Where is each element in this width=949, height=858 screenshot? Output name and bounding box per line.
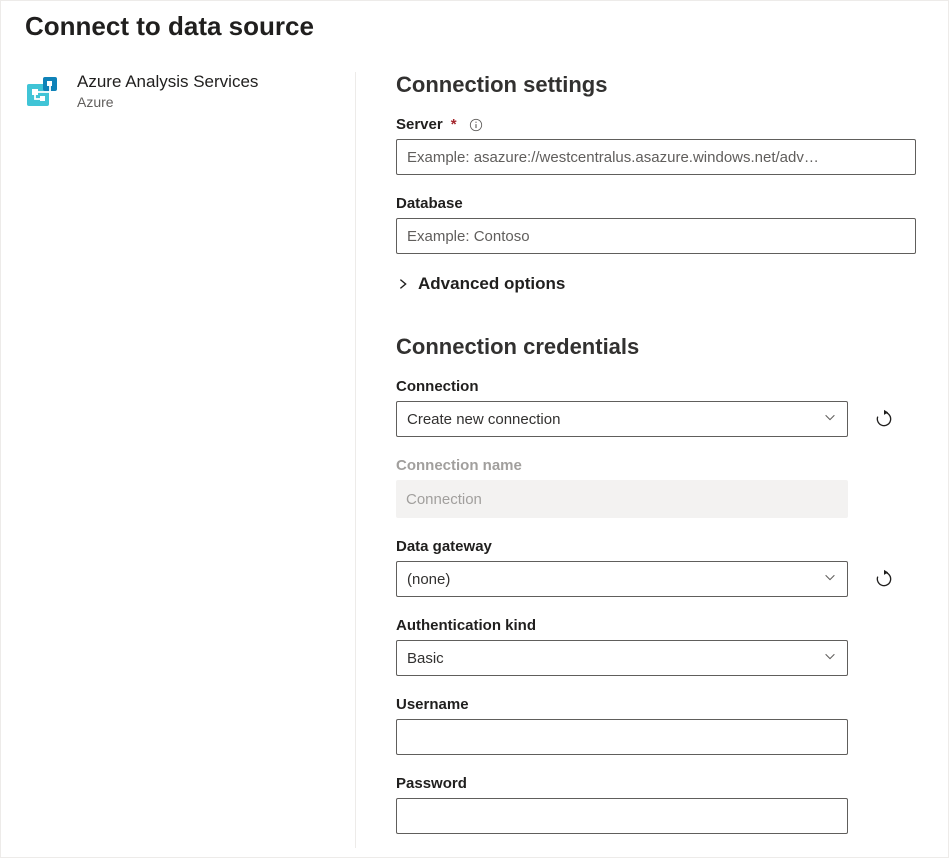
page-title: Connect to data source [1,1,948,50]
connector-title: Azure Analysis Services [77,72,258,92]
server-input[interactable] [396,139,916,175]
connector-row: Azure Analysis Services Azure [25,72,335,110]
server-label-text: Server [396,116,443,133]
refresh-connection-button[interactable] [866,401,902,437]
password-input[interactable] [396,798,848,834]
chevron-down-icon [823,649,837,667]
connection-select[interactable]: Create new connection [396,401,848,437]
connection-name-input [396,480,848,518]
connector-category: Azure [77,94,258,110]
chevron-down-icon [823,570,837,588]
password-label: Password [396,775,916,792]
info-icon[interactable] [469,118,483,132]
connector-panel: Azure Analysis Services Azure [25,72,355,848]
advanced-options-toggle[interactable]: Advanced options [396,274,916,294]
gateway-label: Data gateway [396,538,916,555]
username-input[interactable] [396,719,848,755]
username-label: Username [396,696,916,713]
database-label: Database [396,195,916,212]
database-input[interactable] [396,218,916,254]
server-label: Server * [396,116,916,133]
gateway-select[interactable]: (none) [396,561,848,597]
refresh-gateway-button[interactable] [866,561,902,597]
settings-title: Connection settings [396,72,916,98]
gateway-value: (none) [407,571,450,588]
auth-select[interactable]: Basic [396,640,848,676]
azure-analysis-services-icon [25,74,61,110]
chevron-right-icon [396,276,412,292]
advanced-options-label: Advanced options [418,274,565,294]
auth-value: Basic [407,650,444,667]
chevron-down-icon [823,410,837,428]
connection-value: Create new connection [407,411,560,428]
auth-label: Authentication kind [396,617,916,634]
connection-label: Connection [396,378,916,395]
credentials-title: Connection credentials [396,334,916,360]
server-required-star: * [451,116,457,133]
connection-name-label: Connection name [396,457,916,474]
